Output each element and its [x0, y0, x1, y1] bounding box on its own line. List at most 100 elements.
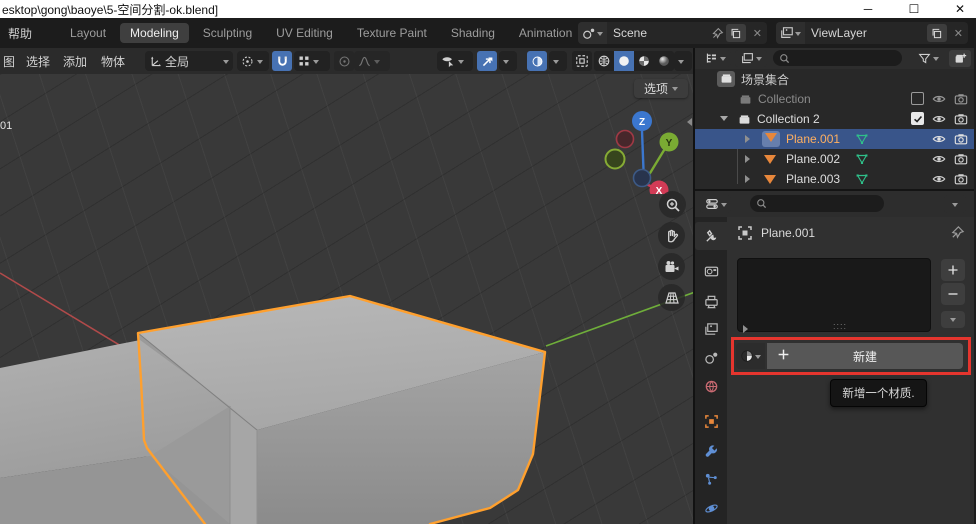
- view-layer-name[interactable]: ViewLayer: [805, 26, 925, 40]
- tab-uv-editing[interactable]: UV Editing: [266, 23, 343, 43]
- row-plane-001[interactable]: Plane.001: [695, 129, 974, 149]
- tab-particles[interactable]: [695, 465, 727, 493]
- remove-material-slot-button[interactable]: [941, 283, 965, 305]
- tab-view-layer[interactable]: [695, 315, 727, 343]
- browse-material-button[interactable]: [736, 343, 765, 369]
- tab-layout[interactable]: Layout: [60, 23, 116, 43]
- row-scene-collection[interactable]: 场景集合: [695, 69, 974, 89]
- new-collection-button[interactable]: [949, 50, 971, 67]
- view-layer-copy-button[interactable]: [927, 24, 947, 42]
- menu-add[interactable]: 添加: [63, 53, 87, 70]
- scene-selector[interactable]: Scene ✕: [578, 22, 767, 44]
- view-layer-remove-button[interactable]: ✕: [949, 27, 968, 40]
- zoom-button[interactable]: [659, 191, 686, 218]
- hide-eye-icon[interactable]: [932, 172, 946, 189]
- tab-object[interactable]: [695, 407, 727, 435]
- disable-render-camera-icon[interactable]: [954, 112, 968, 129]
- shading-material-button[interactable]: [634, 51, 654, 71]
- show-gizmo-toggle[interactable]: [477, 51, 497, 71]
- row-collection-2[interactable]: Collection 2: [695, 109, 974, 129]
- navigation-gizmo[interactable]: Z Y X: [600, 104, 690, 194]
- hide-eye-icon[interactable]: [932, 132, 946, 149]
- shading-rendered-button[interactable]: [654, 51, 674, 71]
- close-button[interactable]: ✕: [952, 2, 968, 16]
- shading-solid-button[interactable]: [614, 51, 634, 71]
- expand-arrow-icon[interactable]: [720, 116, 728, 125]
- add-material-slot-button[interactable]: [941, 259, 965, 281]
- expand-arrow-icon[interactable]: [745, 175, 754, 183]
- minimize-button[interactable]: ─: [860, 2, 876, 16]
- pivot-point-dropdown[interactable]: [237, 51, 269, 71]
- maximize-button[interactable]: ☐: [906, 2, 922, 16]
- row-plane-002[interactable]: Plane.002: [695, 149, 974, 169]
- tab-animation[interactable]: Animation: [509, 23, 582, 43]
- transform-orientation-dropdown[interactable]: 全局: [145, 51, 233, 71]
- options-button[interactable]: 选项: [634, 79, 688, 98]
- proportional-edit-toggle[interactable]: [334, 51, 354, 71]
- slot-expand-arrow[interactable]: [743, 325, 752, 333]
- collection-exclude-checkbox[interactable]: [911, 92, 924, 105]
- tab-world[interactable]: [695, 372, 727, 400]
- visibility-dropdown[interactable]: [437, 51, 473, 71]
- pin-id-icon[interactable]: [950, 225, 965, 243]
- properties-search-input[interactable]: [750, 195, 884, 212]
- tab-modeling[interactable]: Modeling: [120, 23, 189, 43]
- snap-toggle-button[interactable]: [272, 51, 292, 71]
- tab-physics[interactable]: [695, 494, 727, 522]
- disable-render-camera-icon[interactable]: [954, 172, 968, 189]
- scene-unlink-button[interactable]: ✕: [748, 27, 767, 40]
- perspective-toggle-button[interactable]: [658, 284, 685, 311]
- tab-scene[interactable]: [695, 343, 727, 371]
- menu-select[interactable]: 选择: [26, 53, 50, 70]
- view-layer-browse-button[interactable]: [776, 22, 805, 44]
- hide-eye-icon[interactable]: [932, 92, 946, 109]
- proportional-falloff-dropdown[interactable]: [354, 51, 390, 71]
- shading-wireframe-button[interactable]: [594, 51, 614, 71]
- camera-view-button[interactable]: [658, 253, 685, 280]
- xray-toggle[interactable]: [572, 51, 592, 71]
- row-collection[interactable]: Collection: [695, 89, 974, 109]
- disable-render-camera-icon[interactable]: [954, 92, 968, 109]
- outliner-search-input[interactable]: [773, 50, 902, 66]
- hide-eye-icon[interactable]: [932, 112, 946, 129]
- pan-button[interactable]: [658, 222, 685, 249]
- gizmo-minus-y-axis[interactable]: [606, 150, 625, 169]
- row-plane-003[interactable]: Plane.003: [695, 169, 974, 189]
- filter-dropdown[interactable]: [911, 50, 945, 67]
- expand-arrow-icon[interactable]: [745, 155, 754, 163]
- scene-copy-button[interactable]: [726, 24, 746, 42]
- gizmo-dropdown[interactable]: [499, 51, 517, 71]
- tab-shading[interactable]: Shading: [441, 23, 505, 43]
- gizmo-minus-z-axis[interactable]: [634, 170, 651, 187]
- menu-object[interactable]: 物体: [101, 53, 125, 70]
- expand-arrow-icon[interactable]: [745, 135, 754, 143]
- tab-output[interactable]: [695, 287, 727, 315]
- menu-help[interactable]: 帮助: [0, 25, 42, 42]
- active-object-name[interactable]: Plane.001: [761, 226, 815, 240]
- disable-render-camera-icon[interactable]: [954, 132, 968, 149]
- tab-texture-paint[interactable]: Texture Paint: [347, 23, 437, 43]
- menu-view[interactable]: 图: [3, 53, 15, 70]
- disable-render-camera-icon[interactable]: [954, 152, 968, 169]
- new-material-button[interactable]: 新建: [767, 343, 963, 369]
- properties-options-dropdown[interactable]: [944, 195, 966, 213]
- display-mode-dropdown[interactable]: [735, 50, 767, 67]
- scene-name[interactable]: Scene: [607, 26, 711, 40]
- shading-dropdown[interactable]: [674, 51, 692, 71]
- overlays-dropdown[interactable]: [549, 51, 567, 71]
- material-specials-dropdown[interactable]: [941, 311, 965, 328]
- pin-icon[interactable]: [711, 27, 724, 40]
- scene-browse-button[interactable]: [578, 22, 607, 44]
- tab-tool[interactable]: [695, 222, 727, 250]
- tab-modifiers[interactable]: [695, 437, 727, 465]
- editor-type-dropdown[interactable]: [700, 50, 731, 67]
- view-layer-selector[interactable]: ViewLayer ✕: [776, 22, 968, 44]
- gizmo-minus-x-axis[interactable]: [617, 131, 634, 148]
- properties-editor-type-dropdown[interactable]: [700, 195, 731, 213]
- list-resize-grip[interactable]: ::::: [833, 321, 847, 331]
- hide-eye-icon[interactable]: [932, 152, 946, 169]
- snap-target-dropdown[interactable]: [294, 51, 330, 71]
- tab-render[interactable]: [695, 257, 727, 285]
- show-overlays-toggle[interactable]: [527, 51, 547, 71]
- collection-2-exclude-checkbox[interactable]: [911, 112, 924, 125]
